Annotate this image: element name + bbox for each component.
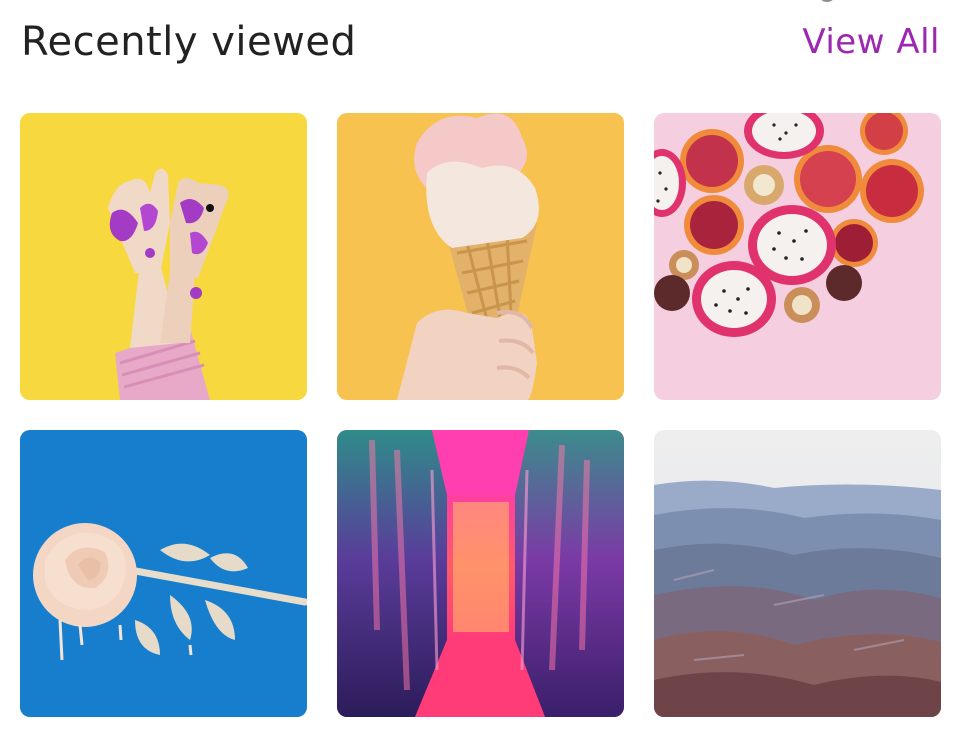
section-header: Recently viewed View All	[21, 14, 940, 70]
mountains-image	[654, 430, 941, 717]
recently-viewed-screen: Recently viewed View All	[0, 0, 968, 755]
recently-viewed-grid	[20, 113, 941, 717]
recent-item-hallway[interactable]	[337, 430, 624, 717]
ice-cream-image	[337, 113, 624, 400]
view-all-link[interactable]: View All	[802, 22, 940, 62]
recent-item-ice-cream[interactable]	[337, 113, 624, 400]
recent-item-painted-hands[interactable]	[20, 113, 307, 400]
painted-hands-image	[20, 113, 307, 400]
recent-item-rose[interactable]	[20, 430, 307, 717]
partial-icon	[818, 0, 836, 2]
hallway-image	[337, 430, 624, 717]
recent-item-fruit[interactable]	[654, 113, 941, 400]
fruit-image	[654, 113, 941, 400]
section-title: Recently viewed	[21, 19, 357, 65]
rose-image	[20, 430, 307, 717]
recent-item-mountains[interactable]	[654, 430, 941, 717]
